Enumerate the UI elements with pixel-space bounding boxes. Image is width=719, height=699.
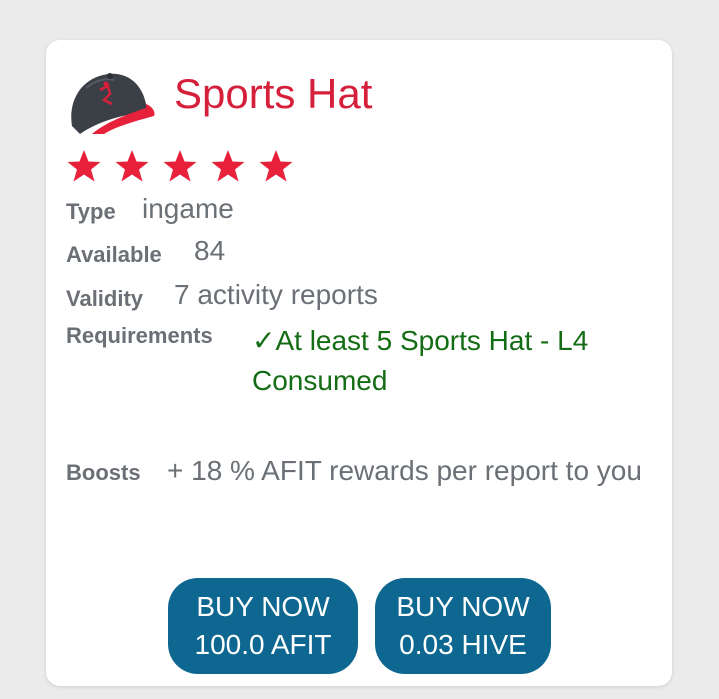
buy-now-label: BUY NOW xyxy=(196,591,330,622)
available-value: 84 xyxy=(194,235,226,266)
buy-now-afit-button[interactable]: BUY NOW 100.0 AFIT xyxy=(168,578,358,674)
star-icon xyxy=(259,150,293,182)
buy-now-label: BUY NOW xyxy=(396,591,530,622)
validity-label: Validity xyxy=(66,286,144,311)
boosts-value: + 18 % AFIT rewards per report to you xyxy=(167,455,642,486)
star-icon xyxy=(211,150,245,182)
item-card: Sports Hat Type ingame Available 84 Vali… xyxy=(46,40,672,686)
type-label: Type xyxy=(66,199,116,224)
requirements-label: Requirements xyxy=(66,323,213,348)
validity-value: 7 activity reports xyxy=(174,279,378,310)
type-value: ingame xyxy=(142,193,234,224)
afit-price-label: 100.0 AFIT xyxy=(194,629,332,660)
star-icon xyxy=(163,150,197,182)
requirements-value: ✓At least 5 Sports Hat - L4 Consumed xyxy=(252,325,589,396)
hive-price-label: 0.03 HIVE xyxy=(399,629,527,660)
item-title: Sports Hat xyxy=(174,70,373,117)
buy-now-hive-button[interactable]: BUY NOW 0.03 HIVE xyxy=(375,578,551,674)
star-rating xyxy=(64,148,304,186)
star-icon xyxy=(67,150,101,182)
boosts-label: Boosts xyxy=(66,460,141,485)
star-icon xyxy=(115,150,149,182)
available-label: Available xyxy=(66,242,162,267)
baseball-cap-icon xyxy=(71,73,155,134)
